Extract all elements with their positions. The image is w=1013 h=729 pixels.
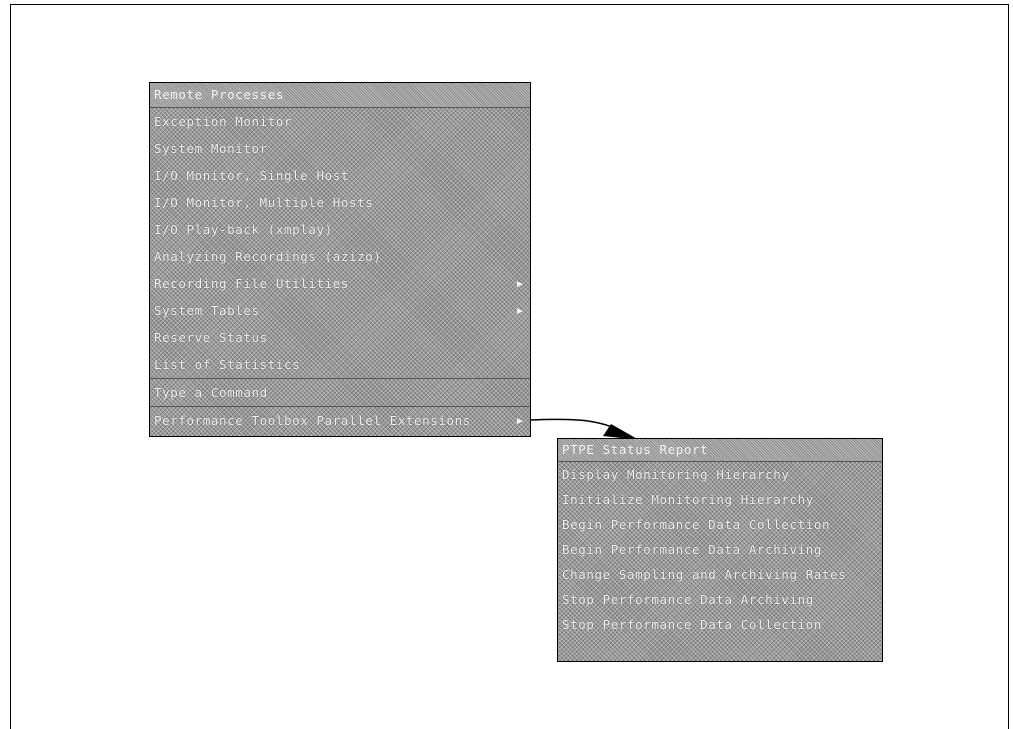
menu-item-change-sampling-archiving-rates[interactable]: Change Sampling and Archiving Rates: [558, 562, 882, 587]
menu-item-label: Begin Performance Data Archiving: [562, 542, 823, 557]
menu-item-display-monitoring-hierarchy[interactable]: Display Monitoring Hierarchy: [558, 462, 882, 487]
menu-item-label: Stop Performance Data Archiving: [562, 592, 814, 607]
menu-item-label: Stop Performance Data Collection: [562, 617, 823, 632]
menu-item-label: Display Monitoring Hierarchy: [562, 467, 790, 482]
menu-item-label: Initialize Monitoring Hierarchy: [562, 492, 814, 507]
menu-item-begin-data-archiving[interactable]: Begin Performance Data Archiving: [558, 537, 882, 562]
menu-item-label: Change Sampling and Archiving Rates: [562, 567, 847, 582]
ptpe-submenu: PTPE Status Report Display Monitoring Hi…: [557, 438, 883, 662]
menu-item-stop-data-archiving[interactable]: Stop Performance Data Archiving: [558, 587, 882, 612]
menu-item-initialize-monitoring-hierarchy[interactable]: Initialize Monitoring Hierarchy: [558, 487, 882, 512]
menu-item-stop-data-collection[interactable]: Stop Performance Data Collection: [558, 612, 882, 637]
menu-item-begin-data-collection[interactable]: Begin Performance Data Collection: [558, 512, 882, 537]
ptpe-submenu-title: PTPE Status Report: [558, 439, 882, 462]
menu-item-label: Begin Performance Data Collection: [562, 517, 831, 532]
